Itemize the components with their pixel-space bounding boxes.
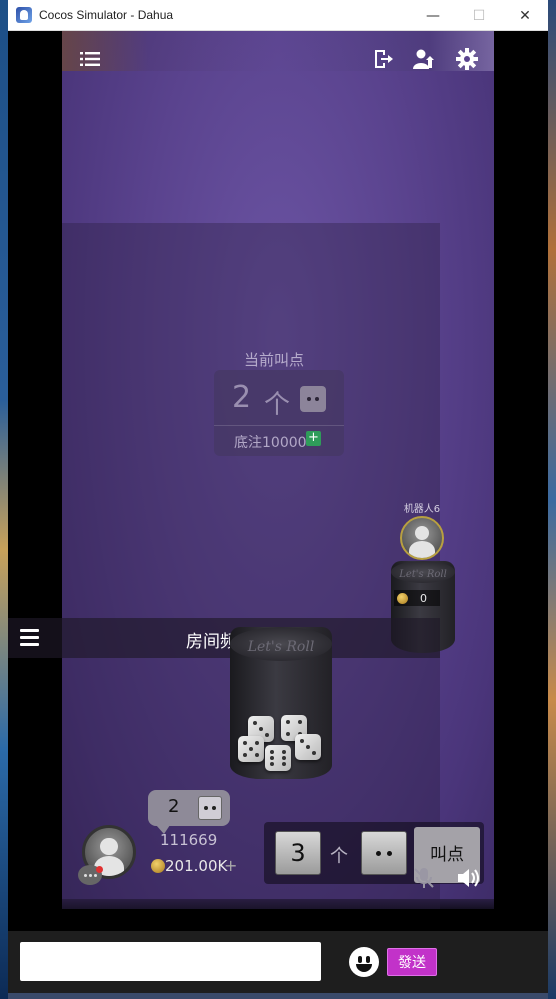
game-viewport: 当前叫点 2 个 底注10000 + 机器人6 Let's Roll 0 房间频… xyxy=(8,31,548,993)
gear-icon[interactable] xyxy=(455,47,479,71)
my-bid-count: 2 xyxy=(168,796,180,817)
title-bar[interactable]: Cocos Simulator - Dahua — ☐ ✕ xyxy=(8,0,548,31)
current-call-count: 2 xyxy=(232,380,252,415)
my-coin-icon xyxy=(151,859,165,873)
window-title: Cocos Simulator - Dahua xyxy=(39,8,174,22)
close-button[interactable]: ✕ xyxy=(502,0,548,31)
call-divider xyxy=(214,425,344,426)
desktop-background-right xyxy=(548,0,556,999)
exit-icon[interactable] xyxy=(371,47,395,71)
ante-plus-button[interactable]: + xyxy=(306,431,321,446)
current-call-box: 2 个 底注10000 + xyxy=(214,370,344,456)
current-call-unit: 个 xyxy=(264,390,291,420)
current-call-die-icon xyxy=(300,386,326,412)
room-channel-panel xyxy=(62,223,440,909)
add-user-icon[interactable] xyxy=(412,47,436,71)
cocos-app-icon xyxy=(16,7,32,23)
ante-label: 底注10000 xyxy=(234,435,307,451)
chat-input-bar: 發送 xyxy=(8,931,548,993)
simulator-window: Cocos Simulator - Dahua — ☐ ✕ 当前叫点 2 个 底… xyxy=(8,0,548,993)
menu-list-icon[interactable] xyxy=(78,47,102,71)
notification-dot xyxy=(96,866,103,873)
robot-cup-logo: Let's Roll xyxy=(399,569,447,580)
my-bid-die-icon xyxy=(198,796,222,820)
current-call-label: 当前叫点 xyxy=(243,351,304,369)
microphone-muted-icon[interactable] xyxy=(413,867,435,889)
robot-player-name: 机器人6 xyxy=(403,504,441,515)
my-die xyxy=(295,734,321,760)
my-coin-balance: 201.00K xyxy=(165,857,228,875)
desktop-background-left xyxy=(0,0,8,999)
send-button[interactable]: 發送 xyxy=(387,948,437,976)
bid-quantity-unit: 个 xyxy=(330,846,348,867)
robot-coin-icon xyxy=(397,593,408,604)
my-bid-bubble: 2 xyxy=(148,790,230,834)
emoji-icon[interactable] xyxy=(349,947,379,977)
chat-message-input[interactable] xyxy=(20,942,321,981)
maximize-button[interactable]: ☐ xyxy=(456,0,502,31)
my-die xyxy=(265,745,291,771)
window-controls: — ☐ ✕ xyxy=(410,0,548,31)
bid-face-selector[interactable] xyxy=(361,831,407,875)
bid-quantity-selector[interactable]: 3 xyxy=(275,831,321,875)
channel-menu-icon[interactable] xyxy=(20,629,39,647)
add-coins-button[interactable]: + xyxy=(224,856,237,875)
room-channel-bar: 房间频道 xyxy=(8,618,440,658)
minimize-button[interactable]: — xyxy=(410,0,456,31)
my-player-id: 111669 xyxy=(160,831,218,849)
robot-avatar[interactable] xyxy=(400,516,444,560)
my-die xyxy=(238,736,264,762)
my-cup-logo: Let's Roll xyxy=(247,639,315,655)
speaker-icon[interactable] xyxy=(456,867,482,889)
robot-score: 0 xyxy=(420,592,427,605)
